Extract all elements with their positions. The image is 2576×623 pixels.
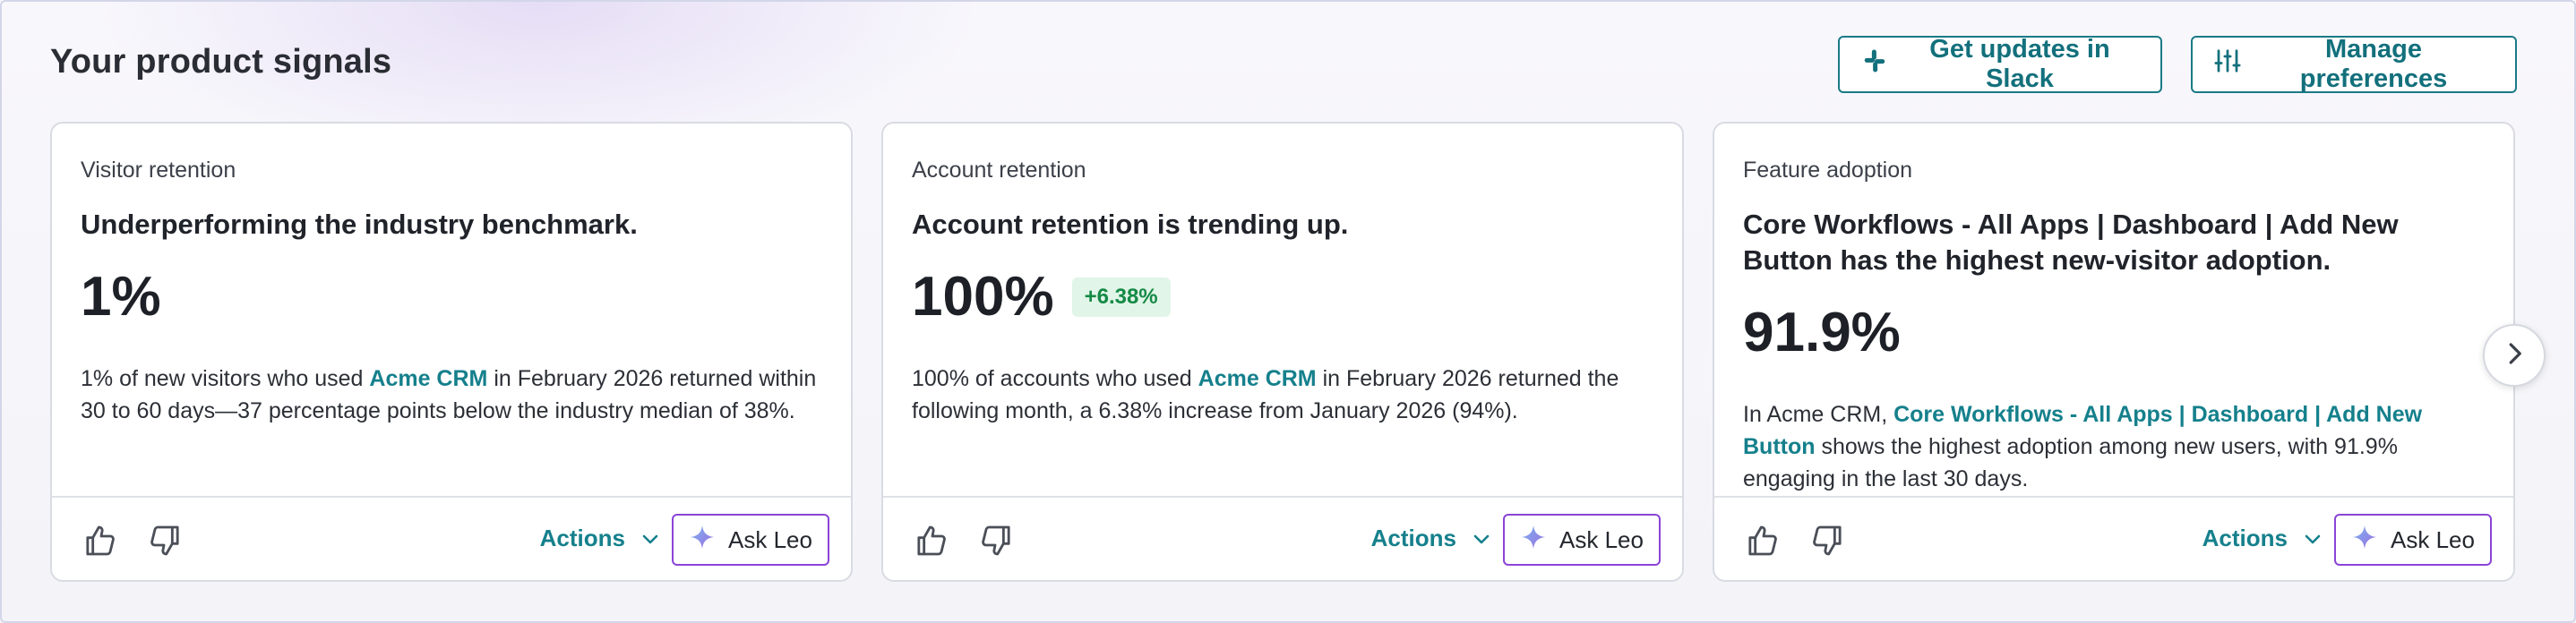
sparkle-icon (1520, 524, 1547, 557)
card-title: Core Workflows - All Apps | Dashboard | … (1743, 209, 2399, 276)
card-footer: Actions Ask Leo (52, 496, 851, 580)
actions-dropdown[interactable]: Actions (2202, 525, 2322, 552)
metric-value: 91.9% (1743, 302, 1901, 363)
product-signals-panel: Your product signals Get updates in Slac… (0, 0, 2576, 623)
signal-card-visitor-retention: Visitor retention Underperforming the in… (50, 122, 853, 582)
get-updates-in-slack-button[interactable]: Get updates in Slack (1838, 35, 2162, 93)
ask-leo-button[interactable]: Ask Leo (1503, 514, 1661, 566)
card-footer: Actions Ask Leo (883, 496, 1682, 580)
metric-value: 1% (81, 266, 161, 328)
card-category: Feature adoption (1743, 158, 1913, 183)
desc-text: 100% of accounts who used (912, 366, 1198, 391)
card-title: Underperforming the industry benchmark. (81, 209, 638, 240)
card-description: 1% of new visitors who used Acme CRM in … (81, 363, 822, 427)
thumbs-up-icon[interactable] (1745, 523, 1781, 559)
desc-text: shows the highest adoption among new use… (1743, 434, 2398, 491)
chevron-down-icon (2304, 525, 2322, 552)
ask-leo-button[interactable]: Ask Leo (2334, 514, 2492, 566)
sparkle-icon (2351, 524, 2378, 557)
ask-leo-label: Ask Leo (2391, 525, 2475, 553)
thumbs-up-icon[interactable] (82, 523, 118, 559)
ask-leo-button[interactable]: Ask Leo (672, 514, 829, 566)
actions-label: Actions (2202, 525, 2288, 551)
slack-icon (1861, 47, 1888, 81)
slack-button-label: Get updates in Slack (1929, 35, 2110, 93)
product-link[interactable]: Acme CRM (369, 366, 487, 391)
signal-card-feature-adoption: Feature adoption Core Workflows - All Ap… (1713, 122, 2515, 582)
desc-text: In Acme CRM, (1743, 402, 1894, 427)
actions-label: Actions (539, 525, 625, 551)
thumbs-down-icon[interactable] (147, 523, 183, 559)
card-category: Visitor retention (81, 158, 236, 183)
metric-value: 100% (912, 266, 1054, 328)
actions-dropdown[interactable]: Actions (540, 525, 659, 552)
card-footer: Actions Ask Leo (1714, 496, 2513, 580)
actions-dropdown[interactable]: Actions (1371, 525, 1490, 552)
ask-leo-label: Ask Leo (728, 525, 812, 553)
product-link[interactable]: Acme CRM (1198, 366, 1317, 391)
card-title: Account retention is trending up. (912, 209, 1349, 240)
manage-preferences-button[interactable]: Manage preferences (2191, 35, 2517, 93)
signal-card-account-retention: Account retention Account retention is t… (881, 122, 1684, 582)
carousel-next-button[interactable] (2483, 324, 2546, 387)
thumbs-down-icon[interactable] (978, 523, 1014, 559)
ask-leo-label: Ask Leo (1559, 525, 1644, 553)
card-description: 100% of accounts who used Acme CRM in Fe… (912, 363, 1653, 427)
chevron-down-icon (641, 525, 659, 552)
desc-text: 1% of new visitors who used (81, 366, 370, 391)
sliders-icon (2214, 47, 2241, 81)
delta-badge: +6.38% (1071, 277, 1171, 317)
thumbs-down-icon[interactable] (1809, 523, 1845, 559)
thumbs-up-icon[interactable] (914, 523, 949, 559)
card-description: In Acme CRM, Core Workflows - All Apps |… (1743, 398, 2485, 495)
card-category: Account retention (912, 158, 1086, 183)
preferences-button-label: Manage preferences (2299, 35, 2448, 93)
sparkle-icon (689, 524, 716, 557)
chevron-right-icon (2501, 340, 2528, 371)
chevron-down-icon (1473, 525, 1490, 552)
page-title: Your product signals (50, 43, 392, 81)
actions-label: Actions (1370, 525, 1456, 551)
